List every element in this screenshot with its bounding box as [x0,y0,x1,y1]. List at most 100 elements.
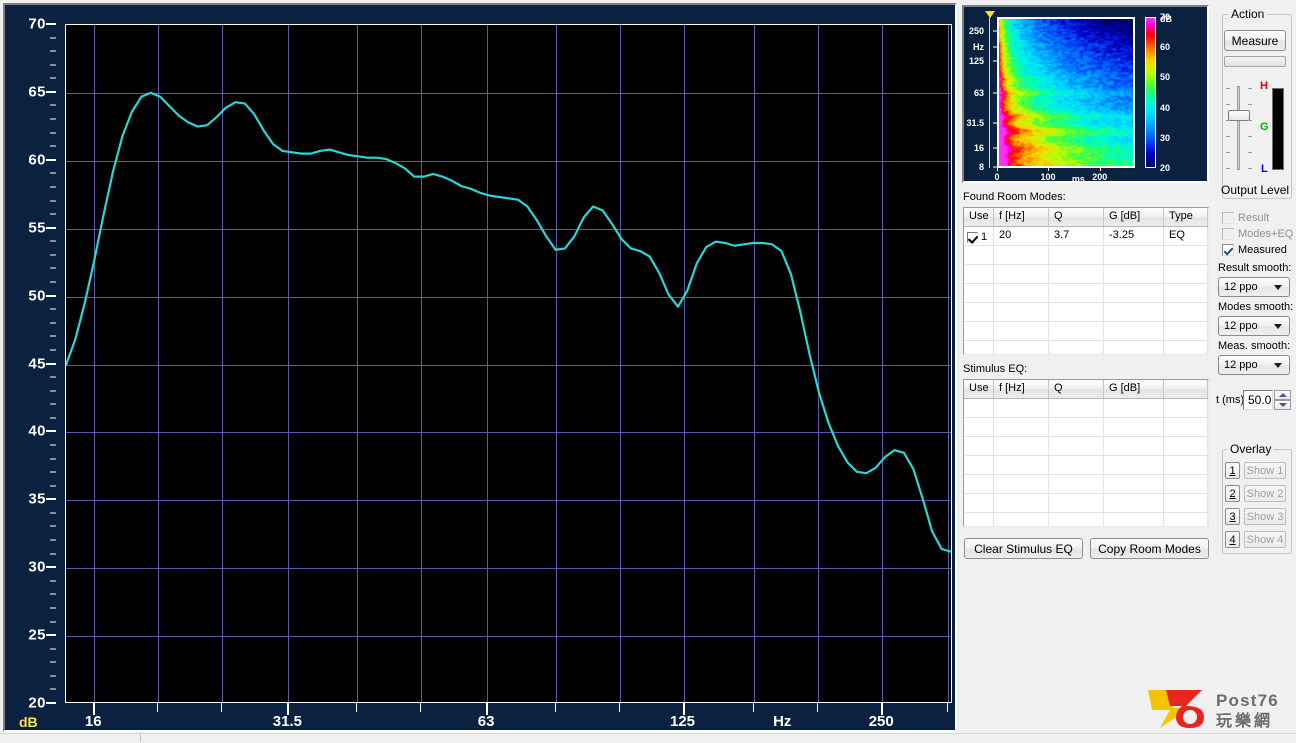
y-axis-minor-tick [50,132,56,134]
spectrogram-image [999,19,1133,166]
empty-cell [1104,265,1164,283]
table-row[interactable] [964,303,1208,322]
x-axis-minor-tick [817,703,819,712]
checkbox-result-box[interactable] [1222,212,1234,224]
y-axis-tick [46,566,56,569]
slider-tickmark [1226,168,1230,169]
table-row[interactable] [964,284,1208,303]
found-room-modes-header: Use f [Hz] Q G [dB] Type [964,208,1208,227]
empty-cell [1164,341,1208,354]
y-axis-minor-tick [50,607,56,609]
result-smooth-label: Result smooth: [1218,262,1292,274]
table-row[interactable] [964,513,1208,526]
spectrogram-panel[interactable]: dB 250 Hz 125 63 31.5 16 8 0 100 200 ms 70 60 50 40 30 2… [962,5,1209,184]
measure-button[interactable]: Measure [1224,30,1286,51]
y-axis-minor-tick [50,308,56,310]
overlay-show-1-button[interactable]: Show 1 [1244,462,1286,479]
empty-cell [1104,513,1164,526]
overlay-slot-2-button[interactable]: 2 [1225,485,1240,502]
col-gain: G [dB] [1104,208,1164,226]
found-room-modes-table[interactable]: Use f [Hz] Q G [dB] Type 1 20 3.7 -3.25 EQ [963,207,1209,355]
stimulus-eq-table[interactable]: Use f [Hz] Q G [dB] [963,379,1209,527]
chevron-down-icon [1274,284,1282,290]
x-axis-tick-label: 31.5 [272,713,303,730]
overlay-show-3-button[interactable]: Show 3 [1244,508,1286,525]
empty-cell [964,475,994,493]
spectrogram-cursor-handle[interactable] [985,11,995,18]
slider-tickmark [1248,168,1252,169]
overlay-slot-1-button[interactable]: 1 [1225,462,1240,479]
empty-cell [1164,284,1208,302]
table-row[interactable] [964,246,1208,265]
y-axis-tick-label: 20 [28,694,46,712]
triangle-up-icon [1278,393,1287,397]
table-row[interactable] [964,494,1208,513]
checkbox-modes-eq[interactable]: Modes+EQ [1222,228,1293,240]
empty-cell [994,341,1049,354]
y-axis-minor-tick [50,471,56,473]
checkbox-modes-eq-box[interactable] [1222,228,1234,240]
spectrogram-y-tick [993,122,997,124]
table-row[interactable] [964,399,1208,418]
empty-cell [994,303,1049,321]
table-row[interactable] [964,265,1208,284]
col-type: Type [1164,208,1208,226]
action-group-title: Action [1228,7,1268,21]
empty-cell [1104,341,1164,354]
empty-cell [1164,456,1208,474]
empty-cell [1104,399,1164,417]
time-window-input[interactable]: 50.0 [1243,390,1273,410]
table-row[interactable]: 1 20 3.7 -3.25 EQ [964,227,1208,246]
spinner-up-button[interactable] [1274,390,1291,400]
empty-cell [1049,322,1104,340]
checkbox-measured-box[interactable] [1222,244,1234,256]
row-use-cell[interactable]: 1 [964,227,994,245]
table-row[interactable] [964,341,1208,354]
watermark-text: Post76 [1216,691,1279,710]
result-smooth-select[interactable]: 12 ppo [1218,277,1290,297]
copy-room-modes-button[interactable]: Copy Room Modes [1090,538,1209,559]
table-row[interactable] [964,322,1208,341]
overlay-slot-3-button[interactable]: 3 [1225,508,1240,525]
y-axis-minor-tick [50,648,56,650]
colorbar-tick-label: 40 [1160,102,1171,113]
meas-smooth-label: Meas. smooth: [1218,340,1291,352]
overlay-show-4-button[interactable]: Show 4 [1244,531,1286,548]
x-axis-minor-tick [157,703,159,712]
overlay-slot-4-button[interactable]: 4 [1225,531,1240,548]
empty-cell [1164,303,1208,321]
table-row[interactable] [964,437,1208,456]
modes-smooth-label: Modes smooth: [1218,301,1294,313]
x-axis-minor-tick [947,703,949,712]
slider-tickmark [1226,120,1230,121]
time-window-spinner[interactable] [1274,390,1291,410]
clear-stimulus-eq-button[interactable]: Clear Stimulus EQ [964,538,1083,559]
overlay-show-2-button[interactable]: Show 2 [1244,485,1286,502]
y-axis-tick-label: 65 [28,83,46,101]
spectrogram-plot[interactable] [997,17,1135,168]
col-freq: f [Hz] [994,380,1049,398]
x-axis-minor-tick [753,703,755,712]
x-axis-tick-label: 250 [868,713,894,730]
y-axis-minor-tick [50,267,56,269]
y-axis-minor-tick [50,390,56,392]
spectrogram-time-cursor[interactable] [989,17,990,168]
y-axis-minor-tick [50,322,56,324]
table-row[interactable] [964,475,1208,494]
y-axis-minor-tick [50,186,56,188]
spinner-down-button[interactable] [1274,400,1291,410]
table-row[interactable] [964,456,1208,475]
modes-smooth-select[interactable]: 12 ppo [1218,316,1290,336]
empty-cell [964,494,994,512]
checkbox-measured[interactable]: Measured [1222,244,1287,256]
row-use-checkbox[interactable] [967,231,978,243]
table-row[interactable] [964,418,1208,437]
checkbox-result[interactable]: Result [1222,212,1269,224]
meas-smooth-select[interactable]: 12 ppo [1218,355,1290,375]
stimulus-eq-body [964,399,1208,526]
y-axis-tick-label: 25 [28,626,46,644]
output-level-slider-track[interactable] [1237,86,1240,170]
col-use: Use [964,380,994,398]
plot-area[interactable] [65,24,952,703]
output-level-slider-thumb[interactable] [1228,110,1250,121]
